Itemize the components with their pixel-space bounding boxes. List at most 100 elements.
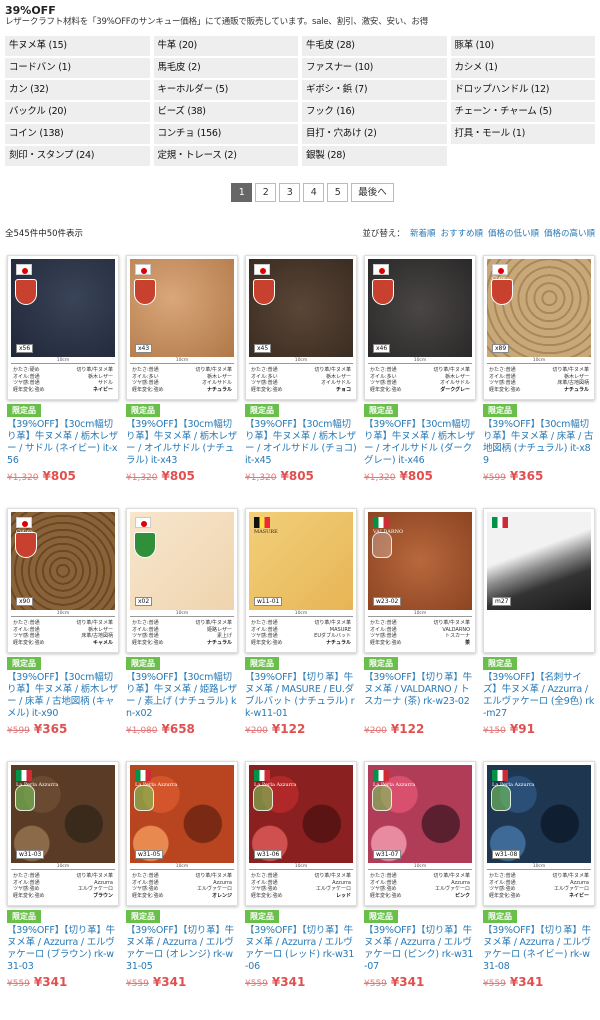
category-link[interactable]: チェーン・チャーム (5) xyxy=(450,102,595,122)
category-link[interactable]: 目打・穴あけ (2) xyxy=(302,124,447,144)
category-link[interactable]: ドロップハンドル (12) xyxy=(450,80,595,100)
price-block: ¥150 ¥91 xyxy=(483,722,595,736)
spec-right: 切り革/牛ヌメ革 Azzurra エルヴァケーロ ブラウン xyxy=(76,873,113,899)
category-link[interactable]: ギボシ・鋲 (7) xyxy=(302,80,447,100)
product-title-link[interactable]: 【39%OFF】【30cm幅切り革】牛ヌメ革 / 床革 / 古地図柄 (ナチュラ… xyxy=(483,419,595,467)
category-link[interactable]: 牛ヌメ革 (15) xyxy=(5,36,150,56)
price-block: ¥1,320 ¥805 xyxy=(245,469,357,483)
page-1-button[interactable]: 1 xyxy=(231,183,253,202)
product-title-link[interactable]: 【39%OFF】【切り革】牛ヌメ革 / Azzurra / エルヴァケーロ (ブ… xyxy=(7,925,119,973)
spec-left: かたさ:普通 オイル:普通 ツヤ感:強め 経年変化:強め xyxy=(489,873,521,899)
spec-line: ツヤ感:普通 xyxy=(251,633,278,639)
product-code-label: x02 xyxy=(135,597,153,606)
category-link[interactable]: 打具・モール (1) xyxy=(450,124,595,144)
category-link[interactable]: 刻印・スタンプ (24) xyxy=(5,146,150,166)
category-link[interactable]: 馬毛皮 (2) xyxy=(153,58,298,78)
product-title-link[interactable]: 【39%OFF】【名刺サイズ】牛ヌメ革 / Azzurra / エルヴァケーロ … xyxy=(483,672,595,720)
ruler-scale: 10cm xyxy=(11,611,115,617)
product-title-link[interactable]: 【39%OFF】【切り革】牛ヌメ革 / Azzurra / エルヴァケーロ (ピ… xyxy=(364,925,476,973)
product-title-link[interactable]: 【39%OFF】【切り革】牛ヌメ革 / Azzurra / エルヴァケーロ (レ… xyxy=(245,925,357,973)
spec-table: かたさ:普通 オイル:多い ツヤ感:普通 経年変化:強め 切り革/牛ヌメ革 栃木レザー オイ… xyxy=(249,366,353,394)
product-code-label: x46 xyxy=(373,344,391,353)
ruler-scale: 10cm xyxy=(487,864,591,870)
spec-left: かたさ:普通 オイル:普通 ツヤ感:強め 経年変化:強め xyxy=(251,873,283,899)
product-image-link[interactable]: x46 10cm かたさ:普通 オイル:多い ツヤ感:普通 経年変化:強め 切り革/牛ヌメ革… xyxy=(364,255,476,400)
product-title-link[interactable]: 【39%OFF】【30cm幅切り革】牛ヌメ革 / 栃木レザー / サドル (ネイ… xyxy=(7,419,119,467)
product-title-link[interactable]: 【39%OFF】【切り革】牛ヌメ革 / Azzurra / エルヴァケーロ (オ… xyxy=(126,925,238,973)
spec-line: ツヤ感:普通 xyxy=(370,380,397,386)
category-link[interactable]: コイン (138) xyxy=(5,124,150,144)
product-title-link[interactable]: 【39%OFF】【切り革】牛ヌメ革 / VALDARNO / トスカーナ (茶)… xyxy=(364,672,476,720)
product-image-link[interactable]: La Perla Azzurra w31-06 10cm かたさ:普通 オイル:普通 ツヤ… xyxy=(245,761,357,906)
product-title-link[interactable]: 【39%OFF】【30cm幅切り革】牛ヌメ革 / 栃木レザー / オイルサドル … xyxy=(126,419,238,467)
spec-line: 切り革/牛ヌメ革 xyxy=(76,620,113,626)
product-image-link[interactable]: x43 10cm かたさ:普通 オイル:多い ツヤ感:普通 経年変化:強め 切り革/牛ヌメ革… xyxy=(126,255,238,400)
category-link[interactable]: 定規・トレース (2) xyxy=(153,146,298,166)
page-4-button[interactable]: 4 xyxy=(303,183,325,202)
spec-line: ツヤ感:普通 xyxy=(132,633,159,639)
product-title-link[interactable]: 【39%OFF】【切り革】牛ヌメ革 / MASURE / EU.ダブルバット (… xyxy=(245,672,357,720)
original-price: ¥559 xyxy=(483,979,506,989)
product-title-link[interactable]: 【39%OFF】【30cm幅切り革】牛ヌメ革 / 栃木レザー / 床革 / 古地… xyxy=(7,672,119,720)
product-image-link[interactable]: x56 10cm かたさ:硬め オイル:普通 ツヤ感:普通 経年変化:強め 切り革/牛ヌメ革… xyxy=(7,255,119,400)
category-link[interactable]: バックル (20) xyxy=(5,102,150,122)
sale-price: ¥805 xyxy=(280,469,314,483)
product-code-label: x43 xyxy=(135,344,153,353)
product-image-link[interactable]: La Perla Azzurra w31-07 10cm かたさ:普通 オイル:普通 ツヤ… xyxy=(364,761,476,906)
product-card: Cutina x89 10cm かたさ:普通 オイル:普通 ツヤ感:普通 経年変化:強め 切り… xyxy=(483,255,595,508)
product-title-link[interactable]: 【39%OFF】【30cm幅切り革】牛ヌメ革 / 栃木レザー / オイルサドル … xyxy=(364,419,476,467)
spec-table: かたさ:普通 オイル:普通 ツヤ感:普通 経年変化:強め 切り革/牛ヌメ革 栃木レザー 床革… xyxy=(487,366,591,394)
category-link[interactable]: キーホルダー (5) xyxy=(153,80,298,100)
category-link[interactable]: カシメ (1) xyxy=(450,58,595,78)
spec-left: かたさ:普通 オイル:多い ツヤ感:普通 経年変化:強め xyxy=(370,367,402,393)
page-5-button[interactable]: 5 xyxy=(327,183,349,202)
category-link[interactable]: ファスナー (10) xyxy=(302,58,447,78)
leather-swatch-image: x43 xyxy=(130,259,234,357)
category-link[interactable]: フック (16) xyxy=(302,102,447,122)
limited-badge: 限定品 xyxy=(245,657,279,670)
product-image-link[interactable]: Cutina x89 10cm かたさ:普通 オイル:普通 ツヤ感:普通 経年変化:強め 切り… xyxy=(483,255,595,400)
sale-price: ¥122 xyxy=(390,722,425,736)
original-price: ¥200 xyxy=(364,726,387,736)
product-image-link[interactable]: x45 10cm かたさ:普通 オイル:多い ツヤ感:普通 経年変化:強め 切り革/牛ヌメ革… xyxy=(245,255,357,400)
page-3-button[interactable]: 3 xyxy=(279,183,301,202)
sale-price: ¥341 xyxy=(390,975,425,989)
category-link[interactable]: 牛革 (20) xyxy=(153,36,298,56)
category-link[interactable]: カン (32) xyxy=(5,80,150,100)
category-link[interactable]: 銀製 (28) xyxy=(302,146,447,166)
sort-option-link[interactable]: おすすめ順 xyxy=(440,227,483,239)
product-image-link[interactable]: Cutina x90 10cm かたさ:普通 オイル:普通 ツヤ感:普通 経年変化:強め 切り… xyxy=(7,508,119,653)
product-title-link[interactable]: 【39%OFF】【切り革】牛ヌメ革 / Azzurra / エルヴァケーロ (ネ… xyxy=(483,925,595,973)
product-image-link[interactable]: x02 10cm かたさ:普通 オイル:普通 ツヤ感:普通 経年変化:強め 切り革/牛ヌメ革… xyxy=(126,508,238,653)
product-image-link[interactable]: La Perla Azzurra w31-03 10cm かたさ:普通 オイル:普通 ツヤ… xyxy=(7,761,119,906)
product-code-label: x45 xyxy=(254,344,272,353)
product-image-link[interactable]: La Perla Azzurra w31-05 10cm かたさ:普通 オイル:普通 ツヤ… xyxy=(126,761,238,906)
product-image-link[interactable]: La Perla Azzurra w31-08 10cm かたさ:普通 オイル:普通 ツヤ… xyxy=(483,761,595,906)
category-link[interactable]: コンチョ (156) xyxy=(153,124,298,144)
spec-line: ツヤ感:普通 xyxy=(251,380,278,386)
category-link[interactable]: 豚革 (10) xyxy=(450,36,595,56)
category-link[interactable]: 牛毛皮 (28) xyxy=(302,36,447,56)
product-image-link[interactable]: VALDARNO w23-02 10cm かたさ:普通 オイル:普通 ツヤ感:普通 経年変化… xyxy=(364,508,476,653)
product-title-link[interactable]: 【39%OFF】【30cm幅切り革】牛ヌメ革 / 栃木レザー / オイルサドル … xyxy=(245,419,357,467)
ruler-scale: 10cm xyxy=(130,358,234,364)
page-title: 39%OFF xyxy=(5,4,56,17)
sale-price: ¥805 xyxy=(42,469,76,483)
sort-option-link[interactable]: 新着順 xyxy=(410,227,436,239)
spec-left: かたさ:普通 オイル:普通 ツヤ感:強め 経年変化:強め xyxy=(13,873,45,899)
product-image-link[interactable]: MASURE w11-01 10cm かたさ:普通 オイル:普通 ツヤ感:普通 経年変化:強… xyxy=(245,508,357,653)
sort-option-link[interactable]: 価格の低い順 xyxy=(488,227,539,239)
product-image-link[interactable]: m27 xyxy=(483,508,595,653)
spec-line: エルヴァケーロ xyxy=(77,886,113,892)
spec-line: 経年変化:強め xyxy=(13,892,45,899)
sort-option-link[interactable]: 価格の高い順 xyxy=(544,227,595,239)
product-code-label: w23-02 xyxy=(373,597,402,606)
category-link[interactable]: ビーズ (38) xyxy=(153,102,298,122)
brand-logo-text: La Perla Azzurra xyxy=(254,782,297,788)
category-link[interactable]: コードバン (1) xyxy=(5,58,150,78)
page-2-button[interactable]: 2 xyxy=(255,183,277,202)
product-title-link[interactable]: 【39%OFF】【30cm幅切り革】牛ヌメ革 / 姫路レザー / 素上げ (ナチ… xyxy=(126,672,238,720)
spec-line: 経年変化:強め xyxy=(489,386,521,393)
flag-jp-icon xyxy=(135,517,151,528)
last-page-button[interactable]: 最後へ xyxy=(351,183,394,202)
